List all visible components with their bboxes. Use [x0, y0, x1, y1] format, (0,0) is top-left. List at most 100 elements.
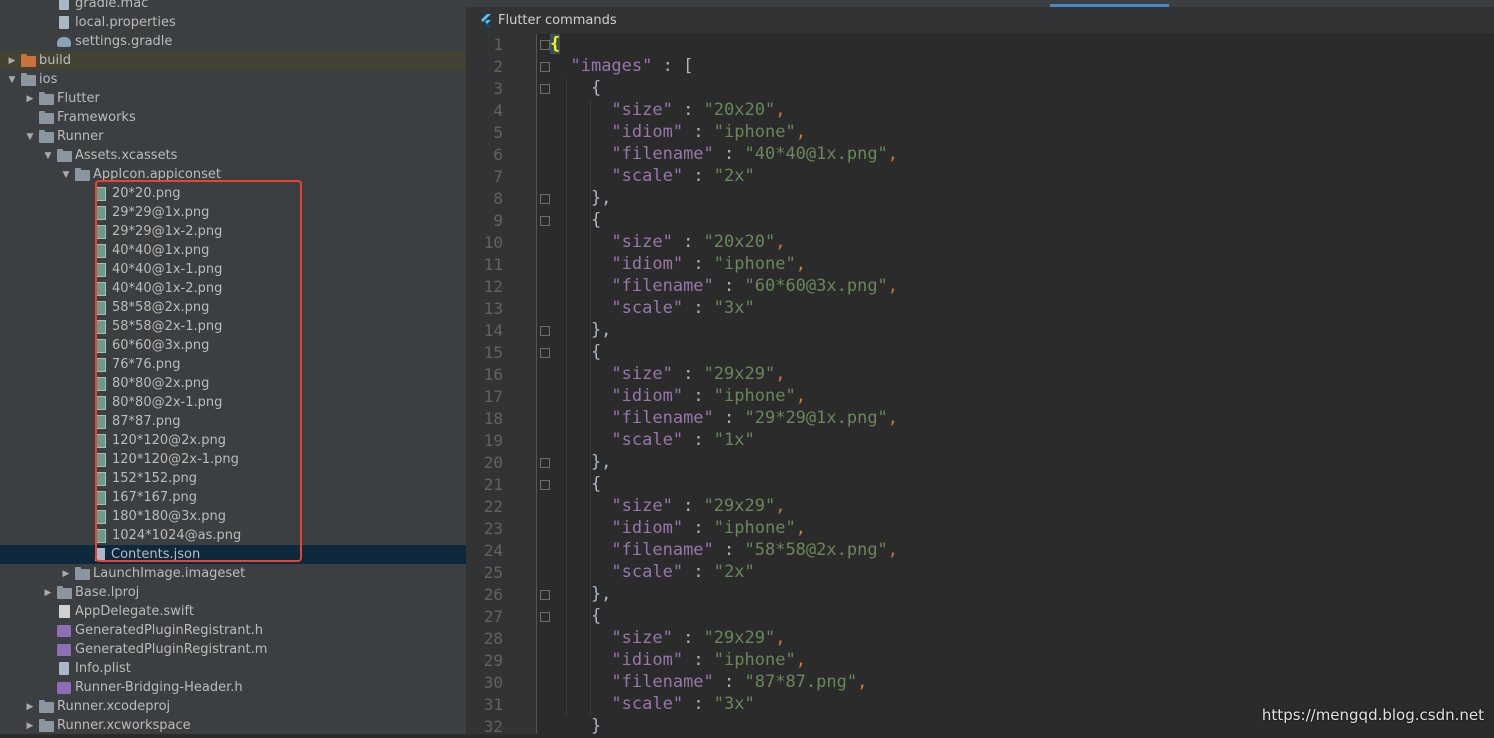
- fold-marker-icon[interactable]: [540, 458, 550, 468]
- code-line[interactable]: "scale" : "2x": [550, 166, 754, 188]
- tree-item[interactable]: ▶AppDelegate.swift: [0, 602, 466, 621]
- tree-item[interactable]: ▶ Runner.xcworkspace: [0, 716, 466, 734]
- code-line[interactable]: {: [550, 606, 601, 628]
- fold-marker-icon[interactable]: [540, 480, 550, 490]
- tree-item[interactable]: ▶GeneratedPluginRegistrant.m: [0, 640, 466, 659]
- tree-item[interactable]: ▶120*120@2x-1.png: [0, 450, 466, 469]
- code-line[interactable]: {: [550, 78, 601, 100]
- tree-item[interactable]: ▶ LaunchImage.imageset: [0, 564, 466, 583]
- tree-item[interactable]: ▼ Runner: [0, 127, 466, 146]
- code-line[interactable]: "images" : [: [550, 56, 693, 78]
- tree-item[interactable]: ▶80*80@2x.png: [0, 374, 466, 393]
- code-line[interactable]: "idiom" : "iphone",: [550, 386, 806, 408]
- code-line[interactable]: "idiom" : "iphone",: [550, 122, 806, 144]
- code-line[interactable]: "filename" : "58*58@2x.png",: [550, 540, 898, 562]
- code-line[interactable]: "idiom" : "iphone",: [550, 650, 806, 672]
- code-line[interactable]: "scale" : "2x": [550, 562, 754, 584]
- code-line[interactable]: "size" : "20x20",: [550, 100, 785, 122]
- tree-item[interactable]: ▶60*60@3x.png: [0, 336, 466, 355]
- tree-item[interactable]: ▶ Runner.xcodeproj: [0, 697, 466, 716]
- tree-item[interactable]: ▶Frameworks: [0, 108, 466, 127]
- code-line[interactable]: "filename" : "60*60@3x.png",: [550, 276, 898, 298]
- code-line[interactable]: "filename" : "87*87.png",: [550, 672, 867, 694]
- tree-item[interactable]: ▶local.properties: [0, 13, 466, 32]
- expand-right-icon[interactable]: ▶: [24, 93, 36, 105]
- code-line[interactable]: "filename" : "40*40@1x.png",: [550, 144, 898, 166]
- tree-item[interactable]: ▶58*58@2x.png: [0, 298, 466, 317]
- code-line[interactable]: "size" : "29x29",: [550, 628, 785, 650]
- tree-item[interactable]: ▶Info.plist: [0, 659, 466, 678]
- expand-down-icon[interactable]: ▼: [42, 150, 54, 162]
- code-line[interactable]: {: [550, 474, 601, 496]
- flutter-commands-banner[interactable]: Flutter commands: [466, 7, 1494, 35]
- image-file-icon: [95, 300, 106, 315]
- tree-item[interactable]: ▼ Assets.xcassets: [0, 146, 466, 165]
- tree-item[interactable]: ▶167*167.png: [0, 488, 466, 507]
- fold-marker-icon[interactable]: [540, 326, 550, 336]
- tree-item[interactable]: ▶20*20.png: [0, 184, 466, 203]
- code-line[interactable]: "filename" : "29*29@1x.png",: [550, 408, 898, 430]
- code-line[interactable]: {: [550, 34, 561, 56]
- code-line[interactable]: "idiom" : "iphone",: [550, 518, 806, 540]
- expand-right-icon[interactable]: ▶: [24, 720, 36, 732]
- fold-marker-icon[interactable]: [540, 62, 550, 72]
- expand-right-icon[interactable]: ▶: [24, 701, 36, 713]
- code-line[interactable]: "scale" : "3x": [550, 694, 754, 716]
- tree-item[interactable]: ▼ ios: [0, 70, 466, 89]
- code-line[interactable]: },: [550, 584, 611, 606]
- tree-item[interactable]: ▶ Base.lproj: [0, 583, 466, 602]
- tree-item[interactable]: ▶ build: [0, 51, 466, 70]
- tree-item[interactable]: ▶settings.gradle: [0, 32, 466, 51]
- tree-item[interactable]: ▶40*40@1x.png: [0, 241, 466, 260]
- tree-item[interactable]: ▶29*29@1x-2.png: [0, 222, 466, 241]
- code-editor[interactable]: Flutter commands 1 2 3 4 5 6 7 8 9 10 11 12 13 14 15 16…: [466, 0, 1494, 736]
- code-line[interactable]: "size" : "20x20",: [550, 232, 785, 254]
- expand-down-icon[interactable]: ▼: [60, 169, 72, 181]
- tree-item[interactable]: ▶GeneratedPluginRegistrant.h: [0, 621, 466, 640]
- json-file-icon: [95, 548, 105, 561]
- tree-item[interactable]: ▶1024*1024@as.png: [0, 526, 466, 545]
- fold-marker-icon[interactable]: [540, 40, 550, 50]
- fold-marker-icon[interactable]: [540, 194, 550, 204]
- code-line[interactable]: "size" : "29x29",: [550, 364, 785, 386]
- editor-tab-strip[interactable]: [466, 0, 1494, 7]
- code-line[interactable]: "idiom" : "iphone",: [550, 254, 806, 276]
- code-line[interactable]: "size" : "29x29",: [550, 496, 785, 518]
- expand-right-icon[interactable]: ▶: [60, 568, 72, 580]
- tree-item[interactable]: ▶Runner-Bridging-Header.h: [0, 678, 466, 697]
- tree-item[interactable]: ▶Contents.json: [0, 545, 466, 564]
- tree-item[interactable]: ▼ AppIcon.appiconset: [0, 165, 466, 184]
- fold-marker-icon[interactable]: [540, 84, 550, 94]
- expand-down-icon[interactable]: ▼: [6, 74, 18, 86]
- line-number-gutter[interactable]: 1 2 3 4 5 6 7 8 9 10 11 12 13 14 15 16 17 18 19 20 21 22 23 24 2…: [466, 34, 550, 736]
- tree-item[interactable]: ▶87*87.png: [0, 412, 466, 431]
- code-line[interactable]: {: [550, 210, 601, 232]
- expand-right-icon[interactable]: ▶: [6, 55, 18, 67]
- tree-item[interactable]: ▶80*80@2x-1.png: [0, 393, 466, 412]
- tree-item[interactable]: ▶58*58@2x-1.png: [0, 317, 466, 336]
- fold-marker-icon[interactable]: [540, 612, 550, 622]
- fold-marker-icon[interactable]: [540, 590, 550, 600]
- code-line[interactable]: },: [550, 320, 611, 342]
- tree-item[interactable]: ▶ Flutter: [0, 89, 466, 108]
- fold-marker-icon[interactable]: [540, 348, 550, 358]
- tree-item[interactable]: ▶40*40@1x-1.png: [0, 260, 466, 279]
- expand-down-icon[interactable]: ▼: [24, 131, 36, 143]
- code-line[interactable]: },: [550, 452, 611, 474]
- tree-item[interactable]: ▶40*40@1x-2.png: [0, 279, 466, 298]
- tree-item[interactable]: ▶180*180@3x.png: [0, 507, 466, 526]
- code-line[interactable]: {: [550, 342, 601, 364]
- code-line[interactable]: }: [550, 716, 601, 738]
- tree-item[interactable]: ▶29*29@1x.png: [0, 203, 466, 222]
- expand-right-icon[interactable]: ▶: [42, 587, 54, 599]
- tree-item[interactable]: ▶gradle.mac: [0, 0, 466, 13]
- tree-item[interactable]: ▶152*152.png: [0, 469, 466, 488]
- code-line[interactable]: "scale" : "3x": [550, 298, 754, 320]
- tree-item[interactable]: ▶76*76.png: [0, 355, 466, 374]
- project-tree[interactable]: ▶gradle.mac▶local.properties▶settings.gr…: [0, 0, 466, 734]
- code-line[interactable]: "scale" : "1x": [550, 430, 754, 452]
- tree-item[interactable]: ▶120*120@2x.png: [0, 431, 466, 450]
- code-line[interactable]: },: [550, 188, 611, 210]
- fold-marker-icon[interactable]: [540, 216, 550, 226]
